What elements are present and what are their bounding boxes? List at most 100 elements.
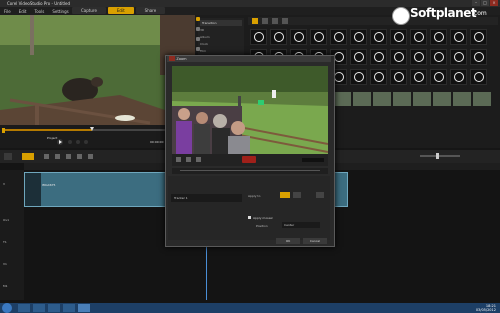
- media-player-icon[interactable]: [33, 304, 45, 312]
- library-folder-album[interactable]: Album: [200, 35, 242, 40]
- library-item[interactable]: [350, 69, 367, 85]
- library-item[interactable]: [350, 49, 367, 65]
- position-select[interactable]: Center: [282, 222, 320, 228]
- dialog-preview-image: [172, 66, 328, 154]
- photo-filter-icon[interactable]: [272, 18, 278, 24]
- library-item[interactable]: [250, 29, 267, 45]
- dialog-preview[interactable]: [172, 66, 328, 154]
- step-back-icon[interactable]: [176, 157, 181, 162]
- menu-edit[interactable]: Edit: [15, 9, 31, 14]
- watermark-suffix: .com: [472, 10, 487, 17]
- redo-icon[interactable]: [55, 154, 60, 159]
- timeline-view-icon[interactable]: [22, 153, 34, 160]
- track-headers: V Ov1 T1 V1 M1: [0, 170, 24, 300]
- start-button[interactable]: [2, 303, 12, 313]
- tab-edit[interactable]: Edit: [107, 7, 134, 14]
- apply-mode-button-alt[interactable]: [293, 192, 301, 198]
- library-item[interactable]: [470, 49, 487, 65]
- step-forward-icon[interactable]: [196, 157, 201, 162]
- apply-mode-button[interactable]: [280, 192, 290, 198]
- tab-capture[interactable]: Capture: [72, 7, 106, 14]
- storyboard-view-icon[interactable]: [4, 153, 12, 160]
- library-item[interactable]: [290, 29, 307, 45]
- library-folder-film[interactable]: Film: [200, 49, 242, 54]
- clip-name: IMG4675: [42, 183, 56, 187]
- library-folder-3d[interactable]: 3D: [200, 28, 242, 33]
- library-item[interactable]: [410, 49, 427, 65]
- library-item[interactable]: [390, 69, 407, 85]
- cancel-button[interactable]: Cancel: [303, 238, 327, 244]
- library-item[interactable]: [370, 69, 387, 85]
- media-thumbnail[interactable]: [433, 92, 451, 106]
- media-thumbnail[interactable]: [353, 92, 371, 106]
- transition-icon[interactable]: [196, 37, 200, 41]
- library-item[interactable]: [370, 29, 387, 45]
- library-item[interactable]: [470, 69, 487, 85]
- tab-share[interactable]: Share: [135, 7, 166, 14]
- library-category[interactable]: Transition: [200, 20, 242, 26]
- library-item[interactable]: [410, 69, 427, 85]
- ok-button[interactable]: OK: [276, 238, 300, 244]
- auto-music-icon[interactable]: [88, 154, 93, 159]
- library-item[interactable]: [270, 29, 287, 45]
- title-icon[interactable]: [196, 47, 200, 51]
- library-item[interactable]: [390, 49, 407, 65]
- library-item[interactable]: [470, 29, 487, 45]
- tracker-item[interactable]: Tracker 1: [171, 194, 242, 202]
- library-item[interactable]: [450, 29, 467, 45]
- system-clock[interactable]: 18:21 03/05/2012: [476, 304, 496, 312]
- explorer-icon[interactable]: [18, 304, 30, 312]
- apply-mosaic-checkbox[interactable]: Apply mosaic: [248, 216, 273, 220]
- library-item[interactable]: [430, 49, 447, 65]
- folder-icon[interactable]: [252, 18, 258, 24]
- dialog-timecode: [302, 158, 324, 162]
- media-icon[interactable]: [196, 17, 200, 21]
- media-thumbnail[interactable]: [393, 92, 411, 106]
- library-item[interactable]: [350, 29, 367, 45]
- mixer-icon[interactable]: [77, 154, 82, 159]
- menu-file[interactable]: File: [0, 9, 15, 14]
- library-item[interactable]: [370, 49, 387, 65]
- zoom-handle[interactable]: [436, 153, 439, 159]
- dialog-close-button[interactable]: [169, 56, 175, 61]
- tracker-label: Tracker 1: [174, 196, 188, 200]
- video-filter-icon[interactable]: [262, 18, 268, 24]
- media-thumbnail[interactable]: [453, 92, 471, 106]
- menu-settings[interactable]: Settings: [48, 9, 72, 14]
- position-label: Position: [256, 224, 268, 228]
- position-value: Center: [284, 223, 295, 227]
- play-icon[interactable]: [186, 157, 191, 162]
- apply-to-label: Apply to: [248, 194, 261, 198]
- window-title: Corel VideoStudio Pro - Untitled: [7, 1, 71, 6]
- media-thumbnail[interactable]: [473, 92, 491, 106]
- folder-icon[interactable]: [63, 304, 75, 312]
- library-item[interactable]: [430, 29, 447, 45]
- dialog-title-bar: Pan Zoom: [167, 56, 331, 62]
- instant-project-icon[interactable]: [196, 27, 200, 31]
- undo-icon[interactable]: [44, 154, 49, 159]
- record-icon[interactable]: [66, 154, 71, 159]
- media-thumbnail[interactable]: [413, 92, 431, 106]
- library-item[interactable]: [390, 29, 407, 45]
- library-item[interactable]: [310, 29, 327, 45]
- library-item[interactable]: [450, 49, 467, 65]
- media-thumbnail[interactable]: [373, 92, 391, 106]
- library-item[interactable]: [430, 69, 447, 85]
- settings-icon[interactable]: [316, 192, 324, 198]
- library-folder-clock[interactable]: Clock: [200, 42, 242, 47]
- zoom-slider[interactable]: [420, 155, 460, 157]
- library-item[interactable]: [450, 69, 467, 85]
- track-label: V: [3, 182, 6, 186]
- audio-filter-icon[interactable]: [282, 18, 288, 24]
- videostudio-icon[interactable]: [78, 304, 90, 312]
- dialog-scrub-bar[interactable]: [172, 168, 328, 174]
- browser-icon[interactable]: [48, 304, 60, 312]
- dialog-scrub-track: [180, 170, 320, 171]
- media-thumbnail[interactable]: [333, 92, 351, 106]
- library-item[interactable]: [330, 29, 347, 45]
- taskbar-apps: [18, 304, 90, 312]
- library-item[interactable]: [410, 29, 427, 45]
- clip-thumbnail: [25, 173, 41, 206]
- track-motion-button[interactable]: [242, 156, 256, 163]
- menu-tools[interactable]: Tools: [30, 9, 48, 14]
